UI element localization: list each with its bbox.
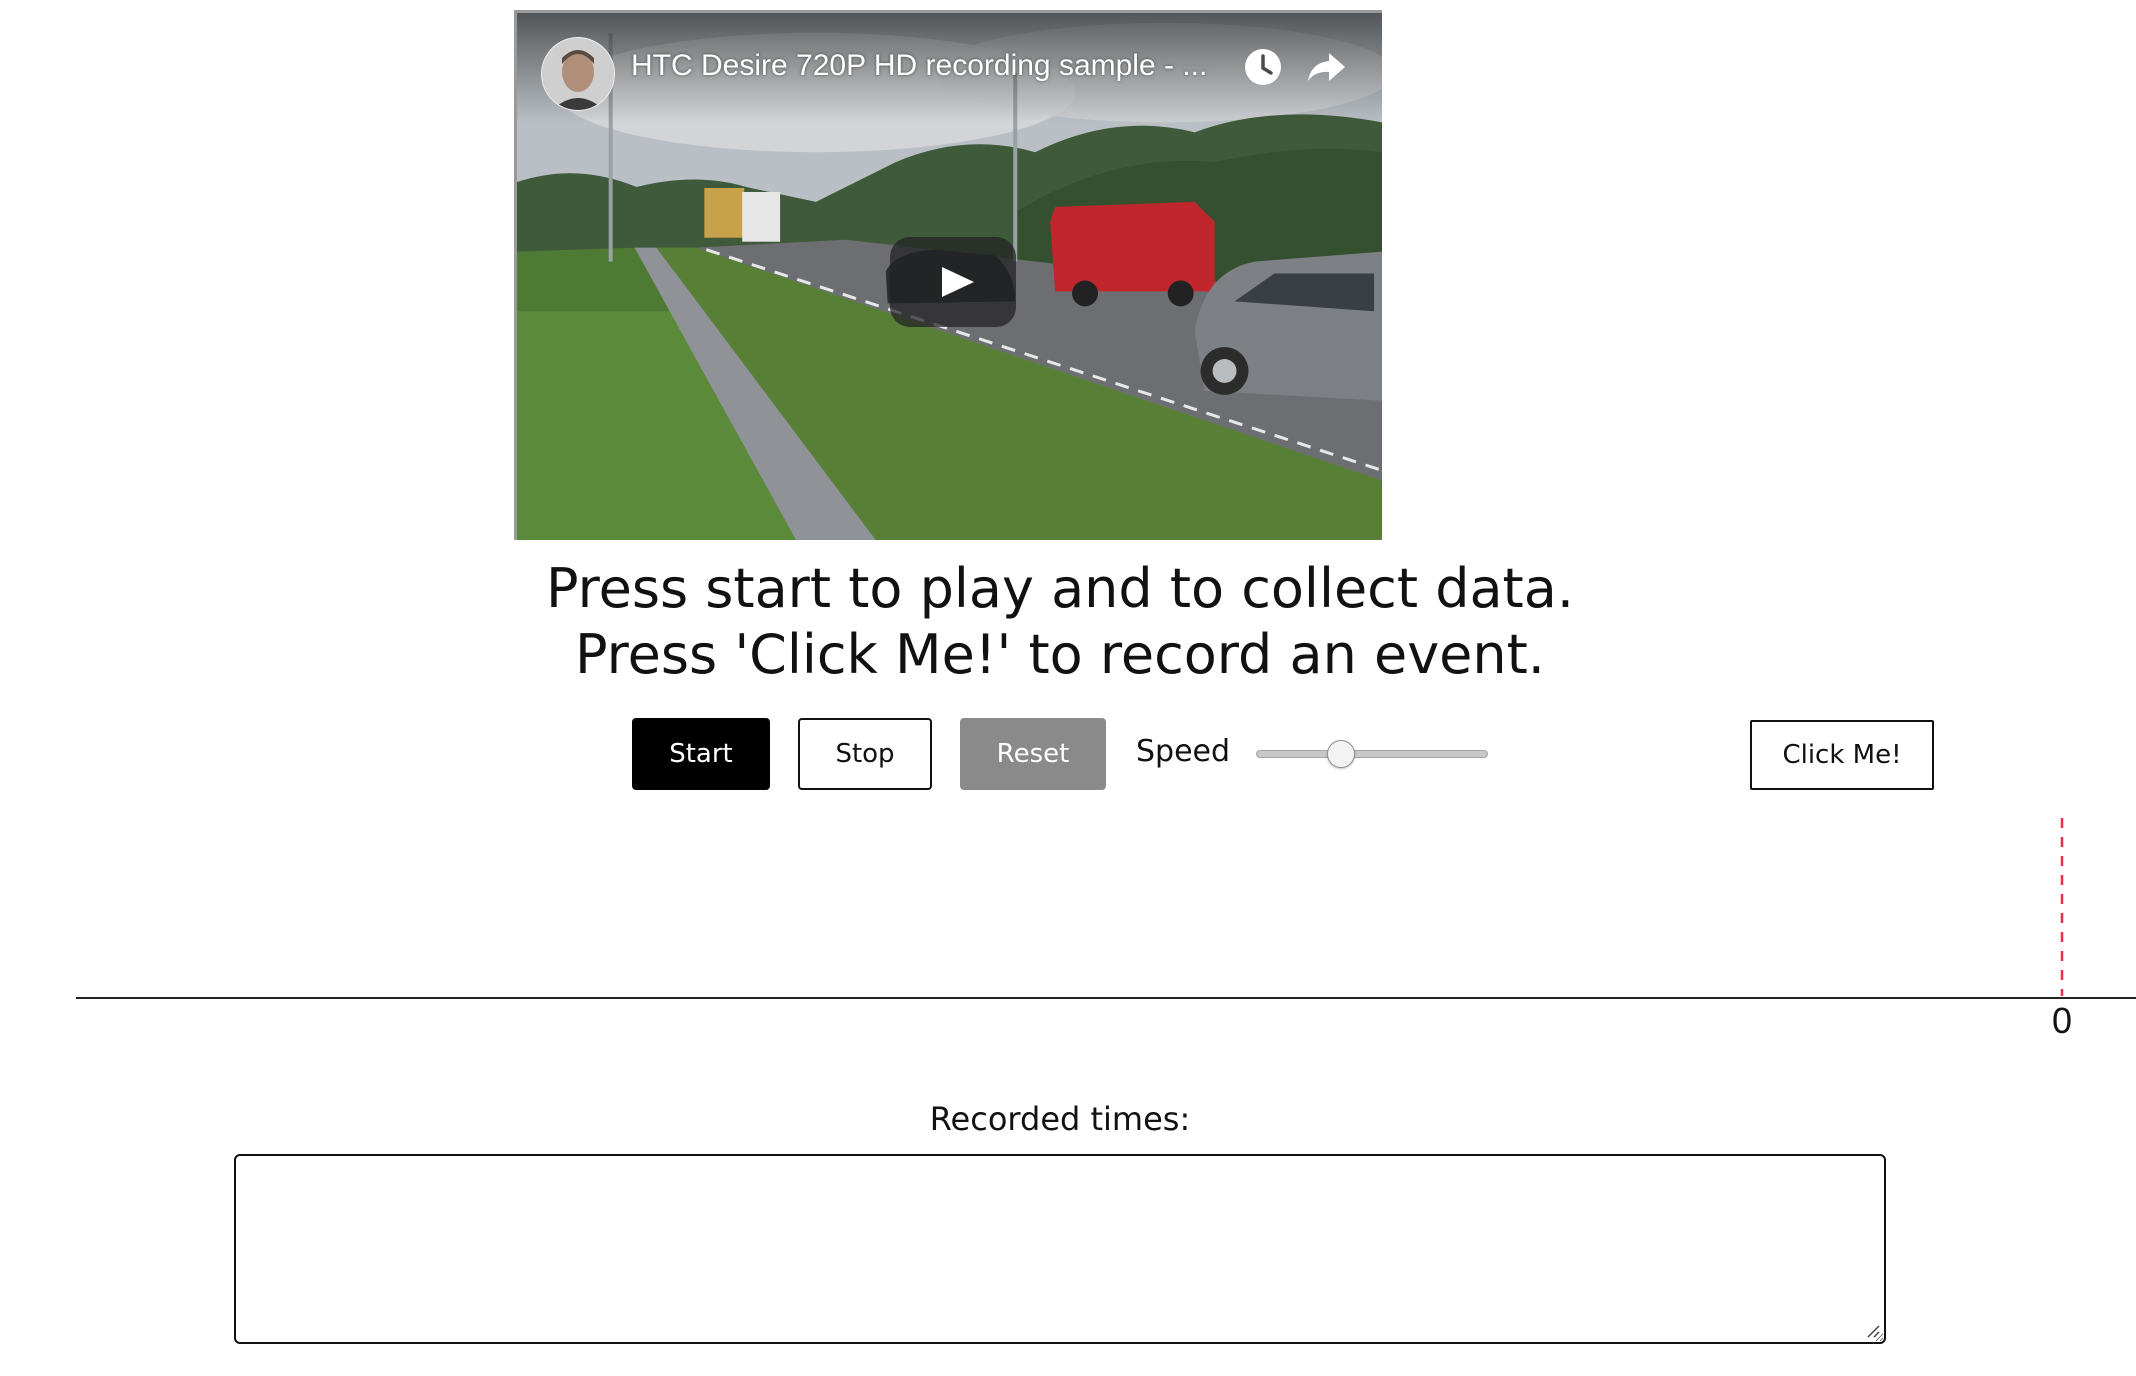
instruction-line-2: Press 'Click Me!' to record an event. xyxy=(575,623,1545,686)
start-button[interactable]: Start xyxy=(632,718,770,790)
stop-button[interactable]: Stop xyxy=(798,718,932,790)
speed-slider-thumb[interactable] xyxy=(1327,740,1355,768)
page: HTC Desire 720P HD recording sample - ..… xyxy=(0,0,2136,1376)
instructions: Press start to play and to collect data.… xyxy=(460,556,1660,688)
timeline-current-value: 0 xyxy=(2051,1000,2073,1041)
instruction-line-1: Press start to play and to collect data. xyxy=(545,557,1574,620)
resize-grip-icon[interactable] xyxy=(1864,1322,1880,1338)
play-button[interactable] xyxy=(890,237,1016,327)
speed-label: Speed xyxy=(1136,734,1231,769)
speed-slider[interactable] xyxy=(1256,736,1488,774)
timeline-canvas xyxy=(76,818,2136,999)
avatar-face-icon xyxy=(542,38,614,110)
reset-button[interactable]: Reset xyxy=(960,718,1106,790)
share-arrow-icon[interactable] xyxy=(1305,47,1347,87)
clock-icon[interactable] xyxy=(1243,47,1283,87)
video-title[interactable]: HTC Desire 720P HD recording sample - ..… xyxy=(631,49,1207,83)
play-icon xyxy=(942,267,974,297)
channel-avatar[interactable] xyxy=(541,37,615,111)
recorded-times-label: Recorded times: xyxy=(929,1100,1191,1138)
click-me-button[interactable]: Click Me! xyxy=(1750,720,1934,790)
speed-slider-track[interactable] xyxy=(1256,750,1488,758)
video-player[interactable]: HTC Desire 720P HD recording sample - ..… xyxy=(514,10,1382,540)
recorded-times-textarea[interactable] xyxy=(234,1154,1886,1344)
event-timeline: 0 xyxy=(0,800,2136,1060)
